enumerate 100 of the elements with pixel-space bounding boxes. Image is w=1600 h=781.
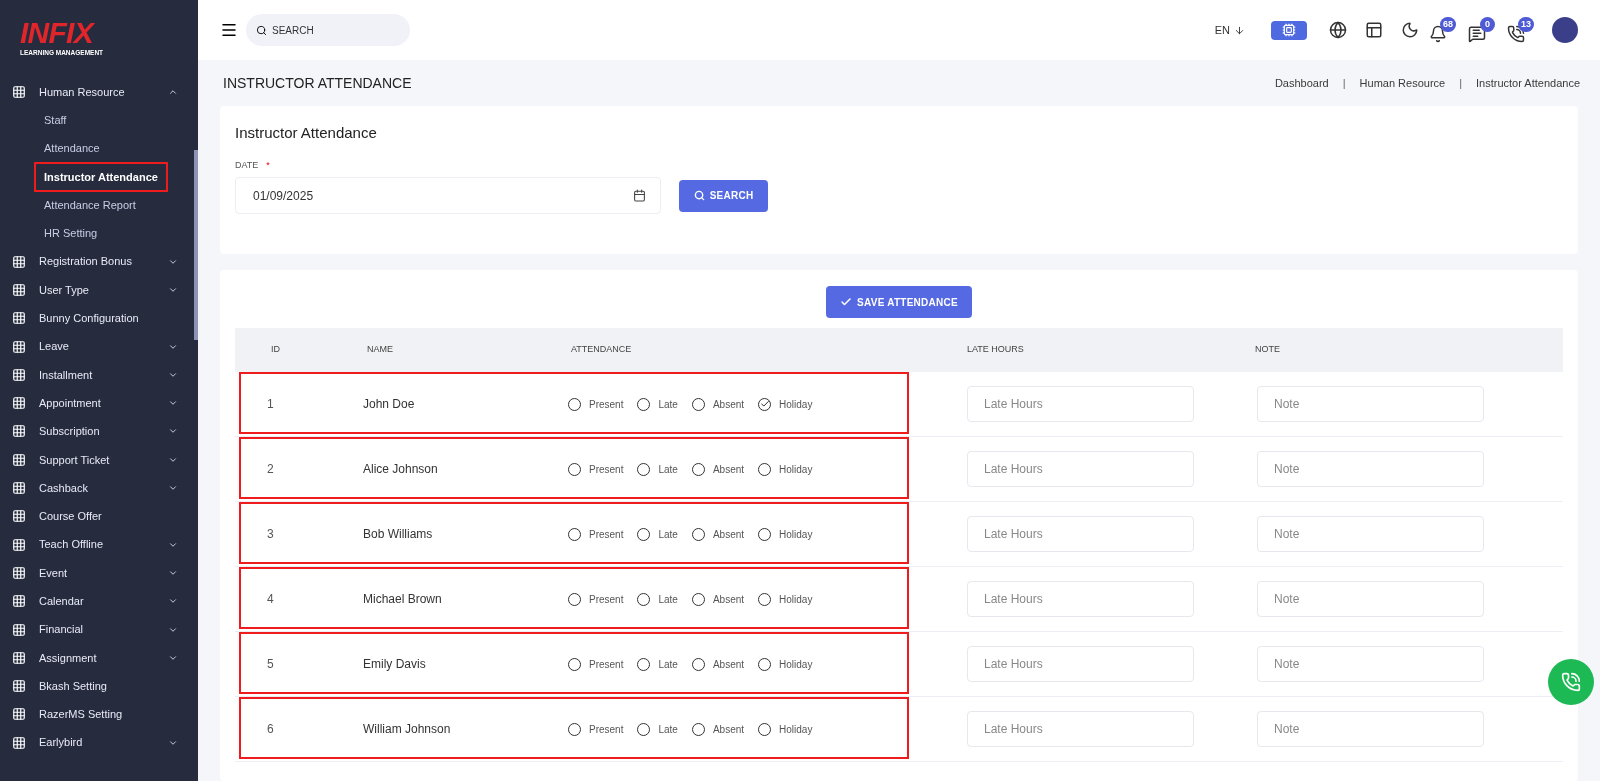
late-hours-field[interactable]: Late Hours xyxy=(967,711,1194,747)
grid-icon xyxy=(12,339,26,354)
grid-icon xyxy=(12,311,26,326)
option-label: Holiday xyxy=(779,722,813,737)
message-button[interactable]: 0 xyxy=(1468,17,1495,43)
option-label: Late xyxy=(658,527,678,542)
sidebar-item[interactable]: Registration Bonus xyxy=(39,253,168,270)
arrow-down-icon xyxy=(1234,24,1245,36)
column-header: NAME xyxy=(366,343,394,357)
table-cell-text: John Doe xyxy=(362,396,416,413)
search-field[interactable]: SEARCH xyxy=(246,14,410,46)
option-label: Absent xyxy=(712,527,745,542)
sidebar-item[interactable]: Assignment xyxy=(39,649,168,667)
grid-icon xyxy=(12,509,26,524)
note-field[interactable]: Note xyxy=(1257,581,1484,617)
note-field[interactable]: Note xyxy=(1257,386,1484,422)
late-hours-field[interactable]: Late Hours xyxy=(967,646,1194,682)
sidebar-item[interactable]: Subscription xyxy=(39,423,168,440)
save-attendance-button[interactable]: SAVE ATTENDANCE xyxy=(826,286,972,318)
grid-icon xyxy=(12,396,26,411)
grid-icon xyxy=(12,537,26,552)
search-icon xyxy=(256,25,267,36)
sidebar-item[interactable]: Calendar xyxy=(39,593,168,610)
late-hours-field[interactable]: Late Hours xyxy=(967,581,1194,617)
sidebar-subitem[interactable]: Attendance xyxy=(34,133,110,164)
sidebar-item[interactable]: Earlybird xyxy=(39,734,168,751)
sidebar-item[interactable]: Teach Offline xyxy=(39,536,168,553)
option-label: Absent xyxy=(712,592,745,607)
grid-icon xyxy=(12,452,26,467)
grid-icon xyxy=(12,565,26,580)
late-hours-field[interactable]: Late Hours xyxy=(967,516,1194,552)
late-hours-field[interactable]: Late Hours xyxy=(967,386,1194,422)
table-cell-text: 2 xyxy=(266,461,275,478)
table-cell-text: William Johnson xyxy=(362,721,452,738)
column-header: ID xyxy=(270,343,281,357)
table-cell-text: Alice Johnson xyxy=(362,461,439,478)
sidebar-item[interactable]: Human Resource xyxy=(39,83,168,101)
notification-button[interactable]: 68 xyxy=(1429,17,1456,43)
ai-chip-button[interactable] xyxy=(1271,20,1307,40)
option-label: Present xyxy=(589,462,624,477)
table-cell-text: Emily Davis xyxy=(362,656,427,673)
search-button[interactable]: SEARCH xyxy=(679,179,768,212)
option-label: Present xyxy=(589,397,624,412)
count-badge: 13 xyxy=(1518,17,1534,32)
chat-icon xyxy=(1468,25,1486,43)
date-field[interactable]: 01/09/2025 xyxy=(235,177,661,214)
moon-icon[interactable] xyxy=(1401,21,1419,39)
globe-icon[interactable] xyxy=(1329,21,1347,39)
option-label: Late xyxy=(658,592,678,607)
sidebar-item[interactable]: Event xyxy=(39,564,168,582)
breadcrumb-separator: | xyxy=(1341,75,1347,91)
count-badge: 0 xyxy=(1480,17,1495,32)
layout-icon[interactable] xyxy=(1365,21,1383,39)
whatsapp-button[interactable] xyxy=(1548,659,1594,705)
sidebar-subitem[interactable]: Staff xyxy=(34,104,77,136)
sidebar-item[interactable]: Leave xyxy=(39,338,168,355)
option-label: Holiday xyxy=(779,657,813,672)
sidebar-item[interactable]: Bunny Configuration xyxy=(39,310,178,327)
grid-icon xyxy=(12,735,26,750)
note-field[interactable]: Note xyxy=(1257,646,1484,682)
sidebar-item[interactable]: Bkash Setting xyxy=(39,677,178,695)
sidebar-item[interactable]: Support Ticket xyxy=(39,451,168,468)
grid-icon xyxy=(12,622,26,637)
option-label: Holiday xyxy=(779,462,813,477)
option-label: Holiday xyxy=(779,397,813,412)
sidebar-item[interactable]: User Type xyxy=(39,281,168,299)
sidebar-item[interactable]: Appointment xyxy=(39,394,168,412)
late-hours-field[interactable]: Late Hours xyxy=(967,451,1194,487)
grid-icon xyxy=(12,84,26,99)
option-label: Late xyxy=(658,397,678,412)
calendar-icon[interactable] xyxy=(633,189,646,202)
count-badge: 68 xyxy=(1440,17,1456,32)
sidebar-subitem[interactable]: Instructor Attendance xyxy=(34,161,168,193)
breadcrumb-link[interactable]: Instructor Attendance xyxy=(1476,74,1580,92)
sidebar-item[interactable]: Installment xyxy=(39,366,168,384)
menu-icon[interactable] xyxy=(220,21,238,39)
grid-icon xyxy=(12,367,26,382)
sidebar-item[interactable]: Course Offer xyxy=(39,508,178,525)
breadcrumb-link[interactable]: Human Resource xyxy=(1359,74,1446,92)
avatar[interactable] xyxy=(1552,17,1578,43)
call-button[interactable]: 13 xyxy=(1507,17,1534,43)
sidebar-subitem[interactable]: HR Setting xyxy=(34,218,108,249)
breadcrumb-link[interactable]: Dashboard xyxy=(1274,74,1329,92)
grid-icon xyxy=(12,424,26,439)
breadcrumb-separator: | xyxy=(1458,75,1464,91)
grid-icon xyxy=(12,254,26,269)
note-field[interactable]: Note xyxy=(1257,516,1484,552)
option-label: Absent xyxy=(712,462,745,477)
table-cell-text: 1 xyxy=(266,396,275,413)
phone-icon xyxy=(1561,672,1581,692)
note-field[interactable]: Note xyxy=(1257,451,1484,487)
note-field[interactable]: Note xyxy=(1257,711,1484,747)
language-selector[interactable]: EN xyxy=(1214,21,1245,39)
option-label: Present xyxy=(589,592,624,607)
option-label: Present xyxy=(589,527,624,542)
sidebar-item[interactable]: Financial xyxy=(39,621,168,638)
sidebar-item[interactable]: RazerMS Setting xyxy=(39,706,178,723)
sidebar-item[interactable]: Cashback xyxy=(39,479,168,497)
grid-icon xyxy=(12,707,26,722)
table-cell-text: Michael Brown xyxy=(362,591,443,608)
